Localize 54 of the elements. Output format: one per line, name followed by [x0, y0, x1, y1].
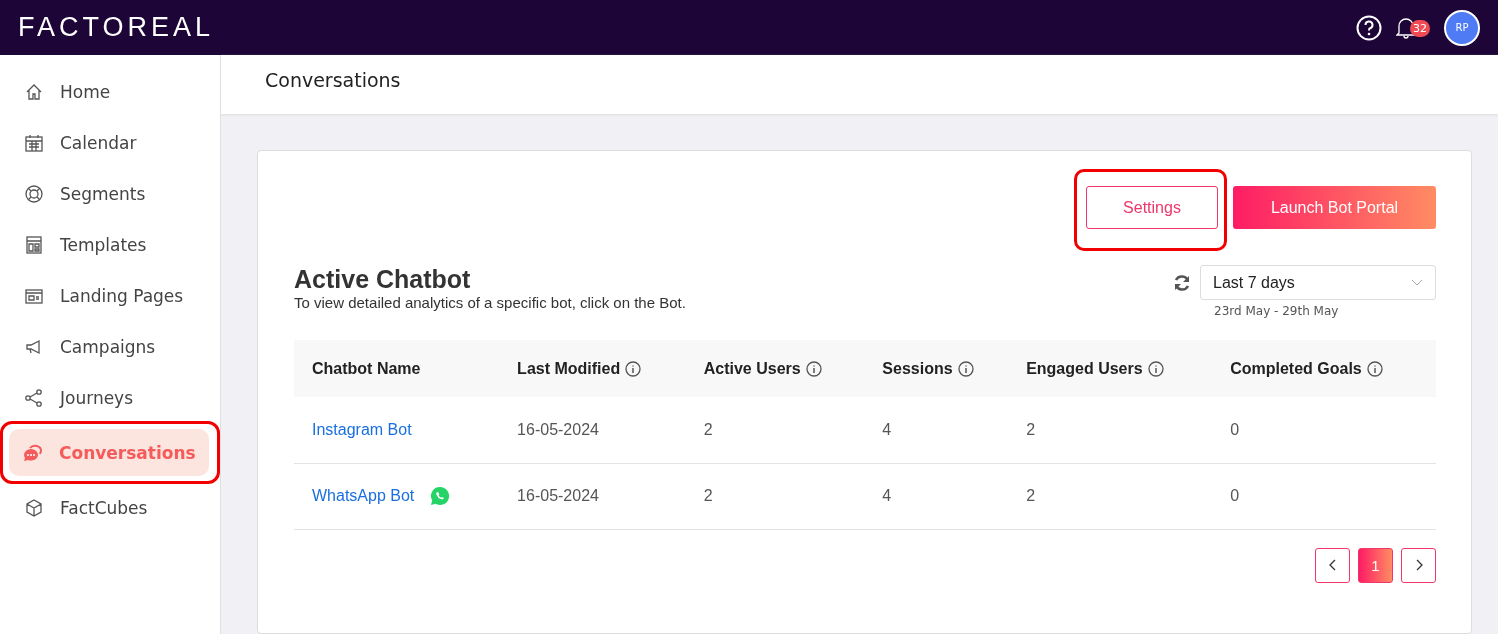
sidebar-item[interactable]: Calendar — [10, 119, 210, 166]
info-icon — [1147, 360, 1164, 377]
info-icon — [1366, 360, 1383, 377]
table-cell: 2 — [1008, 463, 1213, 529]
whatsapp-icon — [430, 486, 451, 506]
info-icon — [957, 360, 974, 377]
table-cell: 2 — [685, 463, 865, 529]
calendar-icon — [24, 132, 44, 153]
chatbot-link[interactable]: WhatsApp Bot — [312, 487, 415, 505]
chevron-down-icon — [1411, 278, 1423, 287]
help-icon[interactable] — [1356, 14, 1382, 41]
table-cell: 0 — [1212, 463, 1436, 529]
table-cell: 4 — [864, 397, 1009, 463]
info-icon — [805, 360, 822, 377]
section-subtitle: To view detailed analytics of a specific bot, click on the Bot. — [294, 294, 686, 311]
settings-button[interactable]: Settings — [1086, 186, 1218, 229]
notification-badge: 32 — [1410, 19, 1430, 37]
page-title: Conversations — [265, 69, 401, 91]
column-header: Completed Goals — [1230, 359, 1362, 378]
sidebar-item[interactable]: Templates — [10, 221, 210, 268]
column-header: Sessions — [882, 359, 953, 378]
date-range-dropdown[interactable]: Last 7 days — [1200, 265, 1436, 300]
bell-icon[interactable] — [1396, 15, 1416, 40]
previous-page-button[interactable] — [1315, 547, 1350, 583]
logo: FACTOREAL — [18, 12, 215, 43]
info-icon — [625, 360, 642, 377]
column-header: Active Users — [703, 359, 801, 378]
cube-icon — [24, 497, 44, 518]
sidebar-item[interactable]: Home — [10, 68, 210, 115]
sidebar-item[interactable]: Segments — [10, 170, 210, 217]
column-header: Last Modified — [517, 359, 621, 378]
table-cell: 2 — [1008, 397, 1213, 463]
chevron-right-icon — [1414, 559, 1423, 571]
table-cell: 2 — [685, 397, 865, 463]
table-cell: 16-05-2024 — [499, 463, 686, 529]
layout-icon — [24, 234, 44, 255]
chatbot-link[interactable]: Instagram Bot — [312, 420, 412, 439]
table-cell: 16-05-2024 — [499, 397, 686, 463]
table-cell: 0 — [1212, 397, 1436, 463]
share-icon — [24, 387, 44, 408]
column-header: Chatbot Name — [312, 359, 421, 378]
section-title: Active Chatbot — [294, 265, 472, 294]
sidebar-item[interactable]: Landing Pages — [10, 272, 210, 319]
column-header: Engaged Users — [1026, 359, 1143, 378]
sidebar-item[interactable]: Journeys — [10, 374, 210, 421]
next-page-button[interactable] — [1401, 547, 1436, 583]
table-cell: 4 — [864, 463, 1009, 529]
sidebar-item[interactable]: Campaigns — [10, 323, 210, 370]
sidebar-item[interactable]: FactCubes — [10, 484, 210, 531]
chevron-left-icon — [1328, 559, 1337, 571]
chat-bubbles-icon — [23, 442, 43, 463]
refresh-icon[interactable] — [1172, 272, 1192, 293]
user-avatar[interactable]: RP — [1444, 9, 1480, 46]
date-range-text: 23rd May - 29th May — [1214, 304, 1340, 318]
